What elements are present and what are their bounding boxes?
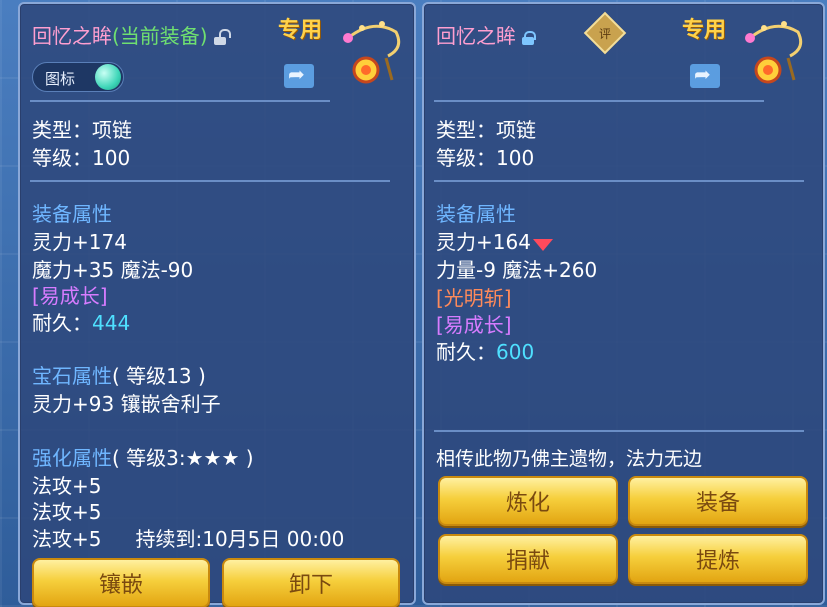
divider	[434, 430, 804, 432]
gem-header-label: 宝石属性	[32, 364, 112, 388]
enhance-line-last: 法攻+5	[32, 527, 102, 551]
item-title: 回忆之眸	[436, 20, 536, 49]
lock-icon[interactable]	[522, 30, 536, 45]
attr-line-1: 灵力+164	[436, 230, 531, 254]
unequip-button[interactable]: 卸下	[222, 558, 400, 607]
necklace-icon	[745, 21, 803, 84]
extract-button[interactable]: 提炼	[628, 534, 808, 584]
exclusive-label: 专用	[278, 18, 323, 43]
attr-line: 力量-9 魔法+260	[436, 258, 598, 282]
equipped-tag: (当前装备)	[112, 24, 208, 48]
trait-line: [易成长]	[436, 313, 512, 337]
attr-header: 装备属性	[32, 202, 112, 226]
trait-line: [光明斩]	[436, 286, 512, 310]
gem-level: ( 等级13 )	[112, 364, 206, 388]
item-title: 回忆之眸(当前装备)	[32, 20, 231, 49]
equip-button[interactable]: 装备	[628, 476, 808, 526]
durability-value: 600	[496, 340, 535, 364]
equipped-item-tooltip: 回忆之眸(当前装备) 专用 图标 类型：项链 等级：100 装备属性 灵力+17…	[18, 2, 416, 607]
enhance-line: 法攻+5	[32, 500, 102, 524]
item-type: 类型：项链	[436, 118, 536, 142]
durability-line: 耐久：444	[32, 307, 130, 336]
necklace-icon	[343, 21, 401, 84]
attr-line: 灵力+164	[436, 226, 553, 255]
durability-label: 耐久：	[436, 340, 496, 364]
item-level: 等级：100	[436, 146, 535, 170]
refine-button[interactable]: 炼化	[438, 476, 618, 526]
durability-line: 耐久：600	[436, 336, 534, 365]
gem-effect: 灵力+93 镶嵌舍利子	[32, 392, 221, 416]
compare-item-tooltip: 回忆之眸 评 专用 类型：项链 等级：100 装备属性 灵力+164 力量-9 …	[422, 2, 825, 605]
durability-label: 耐久：	[32, 311, 92, 335]
durability-value: 444	[92, 311, 131, 335]
share-icon[interactable]	[284, 62, 314, 88]
enhance-duration: 持续到:10月5日 00:00	[135, 527, 345, 551]
share-icon[interactable]	[690, 62, 720, 88]
divider	[30, 100, 330, 102]
item-type: 类型：项链	[32, 118, 132, 142]
inlay-button[interactable]: 镶嵌	[32, 558, 210, 607]
rate-badge[interactable]: 评	[583, 11, 627, 55]
item-level: 等级：100	[32, 146, 131, 170]
icon-toggle-label: 图标	[45, 70, 76, 88]
unlock-icon[interactable]	[213, 28, 231, 45]
enhance-line: 法攻+5 持续到:10月5日 00:00	[32, 523, 344, 552]
enhance-line: 法攻+5	[32, 474, 102, 498]
divider	[434, 180, 804, 182]
gem-header: 宝石属性( 等级13 )	[32, 360, 206, 389]
trait-line: [易成长]	[32, 284, 108, 308]
attr-line: 魔力+35 魔法-90	[32, 258, 194, 282]
arrow-down-icon	[532, 238, 553, 251]
donate-button[interactable]: 捐献	[438, 534, 618, 584]
attr-line: 灵力+174	[32, 230, 127, 254]
enhance-header: 强化属性( 等级3:★★★ )	[32, 442, 254, 471]
attr-header: 装备属性	[436, 202, 516, 226]
divider	[434, 100, 764, 102]
item-lore: 相传此物乃佛主遗物，法力无边	[436, 448, 703, 470]
enhance-header-label: 强化属性	[32, 446, 112, 470]
divider	[30, 180, 390, 182]
icon-toggle[interactable]: 图标	[32, 62, 124, 92]
toggle-knob	[95, 64, 121, 90]
rate-badge-label: 评	[598, 26, 611, 41]
exclusive-label: 专用	[682, 18, 727, 43]
enhance-level: ( 等级3:★★★ )	[112, 446, 254, 470]
